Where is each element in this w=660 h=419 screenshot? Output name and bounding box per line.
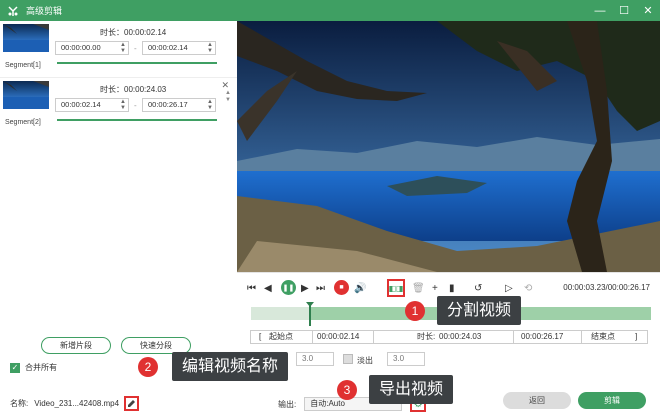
split-video-icon[interactable]: ◧◨ bbox=[387, 279, 405, 297]
app-logo-icon bbox=[6, 4, 20, 18]
volume-icon[interactable]: 🔊 bbox=[354, 281, 366, 295]
segment-thumbnail bbox=[3, 81, 49, 109]
segment-list: Segment[1] 时长：00:00:02.14 00:00:00.00 ▲ ▼ … bbox=[0, 21, 237, 133]
segment-end-input[interactable]: 00:00:02.14 ▲ ▼ bbox=[142, 41, 216, 55]
fade-out-input[interactable]: 3.0 bbox=[387, 352, 425, 366]
segment-progress-line bbox=[57, 119, 217, 121]
maximize-icon[interactable]: ☐ bbox=[618, 5, 630, 17]
file-name-value: Video_231...42408.mp4 bbox=[34, 399, 120, 408]
spinner-icon[interactable]: ▲ ▼ bbox=[207, 99, 213, 111]
trim-duration-label: 时长: bbox=[417, 332, 436, 341]
fade-in-input[interactable]: 3.0 bbox=[296, 352, 334, 366]
name-label: 名称: bbox=[10, 399, 29, 408]
trim-duration-value: 00:00:24.03 bbox=[439, 332, 482, 341]
undo-icon[interactable]: ↺ bbox=[474, 281, 482, 295]
checkbox-checked-icon[interactable]: ✓ bbox=[10, 362, 20, 373]
trim-row: [ 起始点 00:00:02.14 时长: 00:00:24.03 00:00:… bbox=[250, 330, 648, 344]
loop-icon[interactable]: ⟲ bbox=[524, 281, 532, 295]
segment-start-input[interactable]: 00:00:00.00 ▲ ▼ bbox=[55, 41, 129, 55]
segment-end-input[interactable]: 00:00:26.17 ▲ ▼ bbox=[142, 98, 216, 112]
annotation-label: 编辑视频名称 bbox=[172, 352, 289, 381]
step-back-icon[interactable]: ◀ bbox=[264, 281, 272, 295]
range-bracket-right-icon: ] bbox=[635, 332, 638, 341]
segment-progress-line bbox=[57, 62, 217, 64]
edit-name-icon[interactable] bbox=[124, 396, 140, 411]
playhead-handle[interactable] bbox=[306, 302, 314, 326]
segment-duration: 时长：00:00:24.03 bbox=[100, 85, 167, 94]
merge-all-checkbox-row[interactable]: ✓ 合并所有 bbox=[10, 362, 57, 373]
range-separator: - bbox=[134, 44, 137, 53]
skip-to-end-icon[interactable]: ⏭ bbox=[316, 281, 325, 295]
trim-start-value[interactable]: 00:00:02.14 bbox=[317, 331, 359, 343]
delete-icon[interactable]: 🗑 bbox=[412, 281, 425, 295]
segment-label: Segment[2] bbox=[5, 119, 41, 126]
segment-label: Segment[1] bbox=[5, 62, 41, 69]
spinner-icon[interactable]: ▲ ▼ bbox=[120, 99, 126, 111]
skip-to-start-icon[interactable]: ⏮ bbox=[247, 281, 256, 295]
annotation-badge: 1 bbox=[405, 301, 425, 321]
segment-item[interactable]: Segment[2] 时长：00:00:24.03 00:00:02.14 ▲ ▼ … bbox=[0, 77, 237, 129]
close-icon[interactable]: ✕ bbox=[642, 5, 654, 17]
back-button[interactable]: 返回 bbox=[503, 392, 571, 409]
new-segment-button[interactable]: 新增片段 bbox=[41, 337, 111, 354]
spinner-icon[interactable]: ▲ ▼ bbox=[120, 42, 126, 54]
range-bracket-left-icon: [ bbox=[259, 332, 262, 341]
segment-thumbnail bbox=[3, 24, 49, 52]
end-point-button[interactable]: 结束点 bbox=[591, 331, 615, 343]
cut-button[interactable]: 剪辑 bbox=[578, 392, 646, 409]
merge-all-label: 合并所有 bbox=[25, 363, 57, 372]
preview-segment-icon[interactable]: ▷ bbox=[505, 281, 513, 295]
range-separator: - bbox=[134, 101, 137, 110]
output-label: 输出: bbox=[278, 399, 297, 409]
spinner-icon[interactable]: ▲ ▼ bbox=[207, 42, 213, 54]
annotation-label: 导出视频 bbox=[369, 375, 454, 404]
annotation-label: 分割视频 bbox=[437, 296, 522, 325]
segment-item[interactable]: Segment[1] 时长：00:00:02.14 00:00:00.00 ▲ ▼ … bbox=[0, 21, 237, 73]
annotation-badge: 3 bbox=[337, 380, 357, 400]
trim-end-value[interactable]: 00:00:26.17 bbox=[521, 331, 563, 343]
reorder-arrows-icon[interactable]: ▲ ▼ bbox=[225, 90, 231, 104]
start-point-button[interactable]: 起始点 bbox=[269, 331, 293, 343]
segment-duration: 时长：00:00:02.14 bbox=[100, 28, 167, 37]
window-title: 高级剪辑 bbox=[26, 6, 63, 16]
stop-button[interactable]: ■ bbox=[334, 280, 349, 295]
fade-out-checkbox[interactable] bbox=[343, 354, 353, 364]
step-forward-icon[interactable]: ▶ bbox=[301, 281, 309, 295]
title-bar: 高级剪辑 — ☐ ✕ bbox=[0, 0, 660, 21]
annotation-badge: 2 bbox=[138, 357, 158, 377]
name-row: 名称: Video_231...42408.mp4 bbox=[10, 396, 140, 411]
copy-icon[interactable]: ▮ bbox=[449, 281, 455, 295]
add-icon[interactable]: + bbox=[432, 281, 438, 295]
fade-out-label: 淡出 bbox=[357, 356, 373, 365]
pause-button[interactable]: ❚❚ bbox=[281, 280, 296, 295]
minimize-icon[interactable]: — bbox=[594, 5, 606, 17]
segment-start-input[interactable]: 00:00:02.14 ▲ ▼ bbox=[55, 98, 129, 112]
time-display: 00:00:03.23/00:00:26.17 bbox=[563, 283, 650, 292]
video-preview[interactable] bbox=[237, 21, 660, 272]
